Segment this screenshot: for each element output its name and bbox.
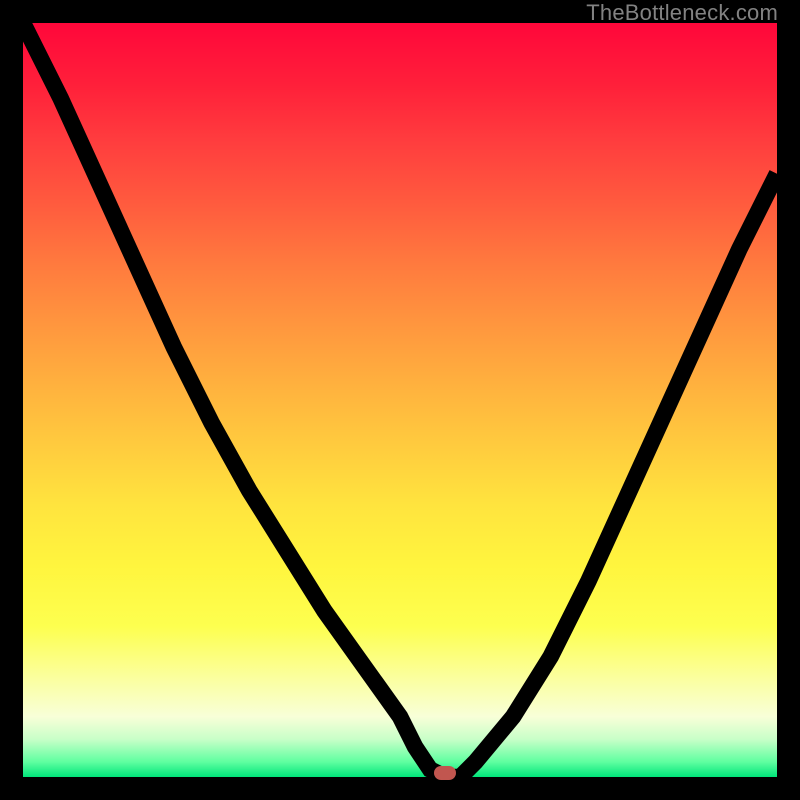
curve-path xyxy=(23,23,777,777)
plot-area xyxy=(23,23,777,777)
bottleneck-curve xyxy=(23,23,777,777)
chart-frame: TheBottleneck.com xyxy=(0,0,800,800)
optimal-marker xyxy=(434,766,456,780)
